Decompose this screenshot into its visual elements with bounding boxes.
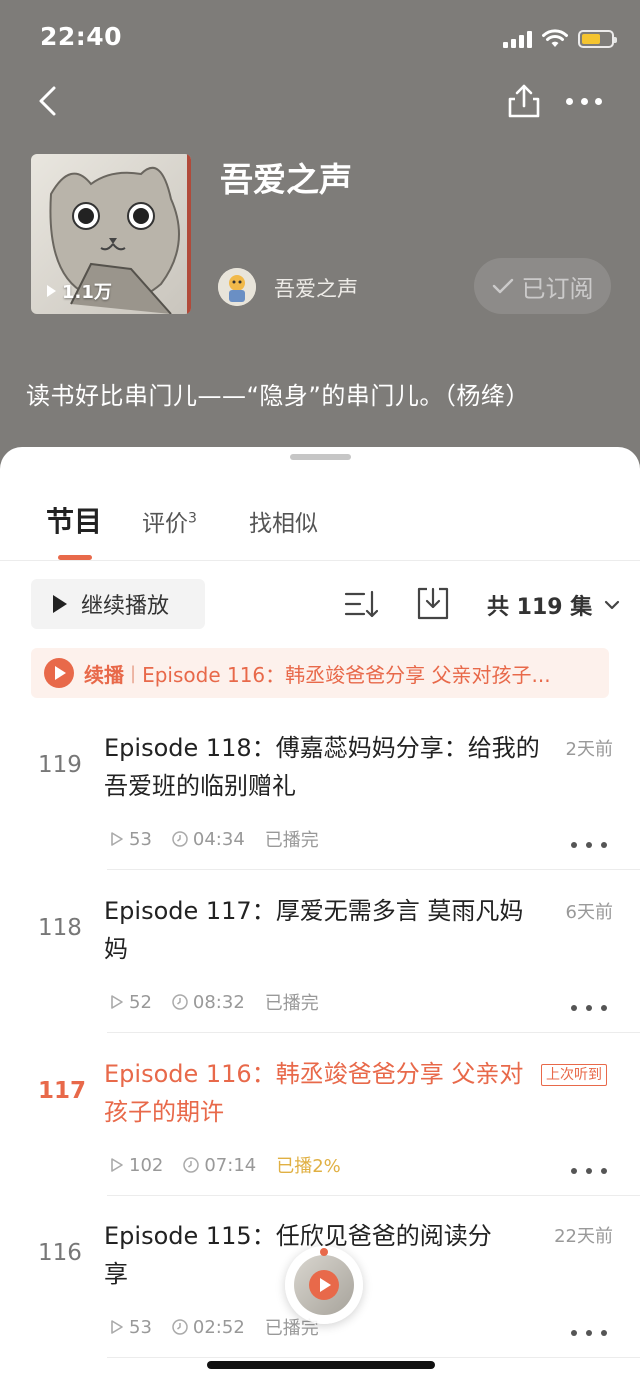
- play-icon: [53, 595, 67, 613]
- home-indicator[interactable]: [207, 1361, 435, 1369]
- duration: 02:52: [192, 1316, 245, 1338]
- resume-bar[interactable]: 续播 | Episode 116：韩丞竣爸爸分享 父亲对孩子...: [31, 648, 609, 698]
- episode-number: 118: [38, 915, 82, 941]
- mini-player-cover: [294, 1255, 354, 1315]
- clock-icon: [172, 831, 188, 847]
- episode-count-selector[interactable]: 共 119 集: [487, 589, 620, 621]
- episode-title[interactable]: Episode 116：韩丞竣爸爸分享 父亲对孩子的期许: [104, 1055, 536, 1131]
- play-count: 102: [129, 1154, 164, 1176]
- play-outline-icon: [111, 1158, 123, 1172]
- check-icon: [492, 278, 513, 294]
- tab-similar[interactable]: 找相似: [249, 504, 318, 538]
- resume-separator: |: [130, 662, 137, 684]
- mini-player[interactable]: [285, 1246, 363, 1324]
- episode-title[interactable]: Episode 118：傅嘉蕊妈妈分享：给我的吾爱班的临别赠礼: [104, 729, 544, 805]
- clock-icon: [172, 1319, 188, 1335]
- subscribed-button[interactable]: 已订阅: [474, 258, 611, 314]
- episode-number: 116: [38, 1240, 82, 1266]
- wifi-icon: [542, 29, 568, 47]
- status-time: 22:40: [40, 22, 123, 51]
- last-played-badge: 上次听到: [541, 1064, 607, 1086]
- play-outline-icon: [111, 832, 123, 846]
- album-description: 读书好比串门儿——“隐身”的串门儿。（杨绛）: [26, 382, 530, 410]
- divider: [107, 869, 640, 870]
- chevron-down-icon: [605, 600, 620, 610]
- divider: [107, 1357, 640, 1358]
- clock-icon: [172, 994, 188, 1010]
- tab-programs[interactable]: 节目: [46, 500, 102, 540]
- play-outline-icon: [111, 1320, 123, 1334]
- play-icon: [47, 285, 56, 297]
- more-icon[interactable]: [571, 1005, 607, 1011]
- play-status: 已播完: [264, 830, 319, 851]
- album-cover[interactable]: 1.1万: [31, 154, 191, 314]
- more-icon[interactable]: [571, 1330, 607, 1336]
- play-status: 已播2%: [276, 1156, 341, 1177]
- episode-title[interactable]: Episode 117：厚爱无需多言 莫雨凡妈妈: [104, 892, 544, 968]
- more-icon[interactable]: [566, 96, 602, 106]
- avatar[interactable]: [218, 268, 256, 306]
- play-outline-icon: [111, 995, 123, 1009]
- share-icon[interactable]: [505, 82, 543, 120]
- episode-date: 2天前: [565, 739, 613, 760]
- duration: 08:32: [192, 991, 245, 1013]
- avatar-image: [218, 268, 256, 306]
- episode-number: 117: [38, 1078, 87, 1104]
- reviews-count: 3: [188, 510, 197, 527]
- tab-reviews[interactable]: 评价3: [142, 504, 197, 538]
- resume-label: 续播: [84, 662, 124, 687]
- continue-play-label: 继续播放: [81, 594, 170, 619]
- signal-icon: [503, 30, 532, 48]
- divider: [107, 1195, 640, 1196]
- episode-date: 6天前: [565, 902, 613, 923]
- subscribed-label: 已订阅: [521, 274, 594, 303]
- progress-dot: [320, 1248, 328, 1256]
- continue-play-button[interactable]: 继续播放: [31, 579, 205, 629]
- episode-date: 22天前: [554, 1226, 613, 1247]
- episode-number: 119: [38, 752, 82, 778]
- play-count: 53: [129, 828, 152, 850]
- play-icon: [309, 1270, 339, 1300]
- more-icon[interactable]: [571, 1168, 607, 1174]
- sort-icon[interactable]: [344, 588, 378, 620]
- chevron-left-icon[interactable]: [34, 84, 64, 118]
- duration: 04:34: [192, 828, 245, 850]
- play-count: 1.1万: [47, 278, 112, 304]
- play-status: 已播完: [264, 993, 319, 1014]
- episode-count: 共 119 集: [487, 595, 593, 620]
- author-name[interactable]: 吾爱之声: [274, 273, 358, 303]
- episode-meta: 53 04:34 已播完: [110, 826, 339, 852]
- album-title: 吾爱之声: [220, 160, 352, 199]
- battery-icon: [578, 30, 617, 48]
- status-icons: [503, 28, 617, 50]
- play-count-value: 1.1万: [62, 282, 112, 303]
- tab-reviews-label: 评价: [142, 511, 188, 537]
- episode-meta: 102 07:14 已播2%: [110, 1152, 361, 1178]
- divider: [107, 1032, 640, 1033]
- resume-episode-title: Episode 116：韩丞竣爸爸分享 父亲对孩子...: [142, 662, 551, 687]
- more-icon[interactable]: [571, 842, 607, 848]
- play-count: 52: [129, 991, 152, 1013]
- clock-icon: [183, 1157, 200, 1173]
- duration: 07:14: [204, 1154, 257, 1176]
- play-count: 53: [129, 1316, 152, 1338]
- episode-meta: 52 08:32 已播完: [110, 989, 339, 1015]
- download-icon[interactable]: [416, 585, 450, 621]
- sheet-handle[interactable]: [290, 454, 351, 460]
- resume-play-icon: [44, 658, 74, 688]
- divider: [0, 560, 640, 561]
